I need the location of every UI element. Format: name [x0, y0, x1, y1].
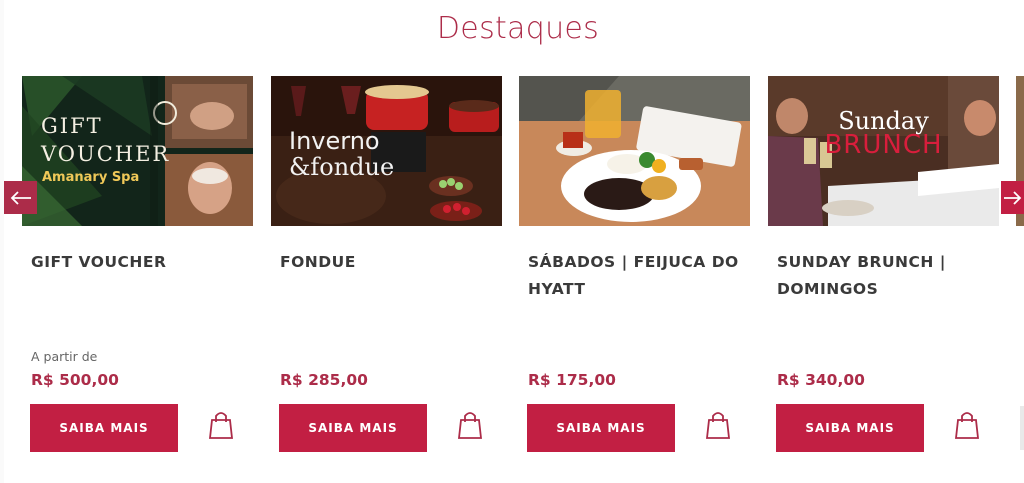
product-image[interactable] — [519, 76, 750, 226]
product-title: GIFT VOUCHER — [31, 253, 167, 271]
carousel-next-button[interactable] — [1001, 181, 1024, 214]
carousel-prev-button[interactable] — [4, 181, 37, 214]
product-image[interactable]: Inverno &fondue — [271, 76, 502, 226]
saiba-mais-button[interactable]: SAIBA MAIS — [279, 404, 427, 452]
product-title: SÁBADOS | FEIJUCA DO HYATT — [528, 253, 739, 298]
price: R$ 175,00 — [528, 371, 616, 389]
next-card-button-peek — [1020, 406, 1024, 450]
product-card-gift-voucher: GIFT VOUCHER Amanary Spa GIFT VOUCHER A … — [22, 76, 253, 456]
saiba-mais-button[interactable]: SAIBA MAIS — [30, 404, 178, 452]
image-subcaption: Amanary Spa — [42, 170, 140, 185]
price: R$ 500,00 — [31, 371, 119, 389]
image-caption: Inverno &fondue — [289, 127, 395, 181]
price-prefix: A partir de — [31, 349, 98, 364]
shopping-bag-icon[interactable] — [954, 410, 980, 440]
saiba-mais-button[interactable]: SAIBA MAIS — [776, 404, 924, 452]
shopping-bag-icon[interactable] — [208, 410, 234, 440]
image-caption-line2: BRUNCH — [824, 130, 943, 160]
image-caption: GIFT VOUCHER — [41, 114, 171, 166]
price: R$ 285,00 — [280, 371, 368, 389]
product-card-feijuca: SÁBADOS | FEIJUCA DO HYATT R$ 175,00 SAI… — [519, 76, 750, 456]
arrow-right-icon — [1003, 190, 1021, 205]
carousel-track: GIFT VOUCHER Amanary Spa GIFT VOUCHER A … — [0, 0, 1024, 483]
product-image[interactable]: GIFT VOUCHER Amanary Spa — [22, 76, 253, 226]
product-card-fondue: Inverno &fondue FONDUE R$ 285,00 SAIBA M… — [271, 76, 502, 456]
saiba-mais-button[interactable]: SAIBA MAIS — [527, 404, 675, 452]
product-image[interactable]: Sunday BRUNCH — [768, 76, 999, 226]
price: R$ 340,00 — [777, 371, 865, 389]
product-title: SUNDAY BRUNCH | DOMINGOS — [777, 253, 946, 298]
product-card-sunday-brunch: Sunday BRUNCH SUNDAY BRUNCH | DOMINGOS R… — [768, 76, 999, 456]
image-caption-line1: Sunday — [838, 107, 929, 135]
product-title: FONDUE — [280, 253, 356, 271]
shopping-bag-icon[interactable] — [457, 410, 483, 440]
arrow-left-icon — [10, 190, 31, 205]
shopping-bag-icon[interactable] — [705, 410, 731, 440]
